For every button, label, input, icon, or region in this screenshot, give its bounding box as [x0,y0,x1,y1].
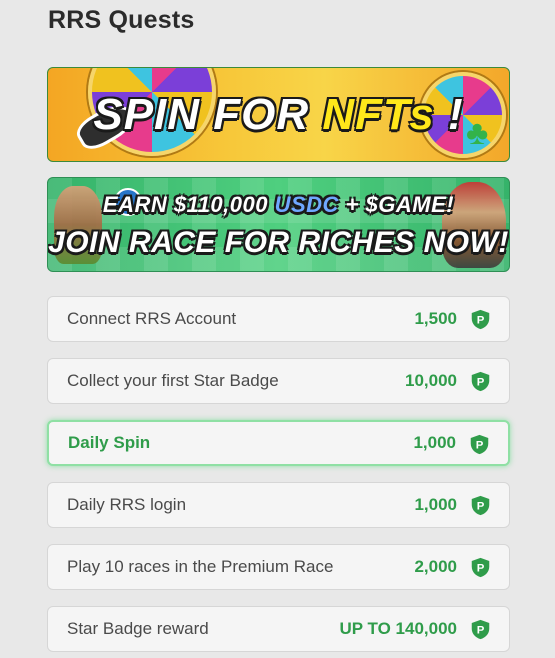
quest-row[interactable]: Daily Spin 1,000 P [47,420,510,466]
points-badge-icon: P [471,619,490,640]
quest-label: Connect RRS Account [67,309,237,328]
spin-for-nfts-banner[interactable]: ♣ SPIN FOR NFTs ! [47,67,510,162]
svg-text:P: P [477,562,485,574]
points-badge-icon: P [471,309,490,330]
quest-points: UP TO 140,000 [339,619,457,638]
quest-row[interactable]: Play 10 races in the Premium Race 2,000 P [47,544,510,590]
quest-row[interactable]: Collect your first Star Badge 10,000 P [47,358,510,404]
svg-text:P: P [477,624,485,636]
page-title: RRS Quests [48,6,195,34]
join-race-banner[interactable]: $ EARN $110,000 USDC + $GAME! JOIN RACE … [47,177,510,272]
quest-points: 2,000 [414,557,457,576]
quest-label: Daily RRS login [67,495,187,514]
points-badge-icon: P [471,557,490,578]
quest-label: Daily Spin [68,433,151,452]
quest-label: Star Badge reward [67,619,209,638]
quest-points: 1,500 [414,309,457,328]
points-badge-icon: P [471,371,490,392]
race-banner-reward-line: EARN $110,000 USDC + $GAME! [102,192,455,217]
quest-points: 1,000 [413,433,456,452]
race-banner-headline: JOIN RACE FOR RICHES NOW! [48,226,509,259]
quest-points: 1,000 [414,495,457,514]
quest-row[interactable]: Daily RRS login 1,000 P [47,482,510,528]
svg-text:P: P [476,439,484,451]
svg-text:P: P [477,500,485,512]
svg-text:P: P [477,376,485,388]
points-badge-icon: P [470,434,489,455]
spin-banner-headline: SPIN FOR NFTs ! [93,90,464,139]
svg-text:P: P [477,314,485,326]
quest-row[interactable]: Star Badge reward UP TO 140,000 P [47,606,510,652]
quest-label: Collect your first Star Badge [67,371,279,390]
points-badge-icon: P [471,495,490,516]
quest-row[interactable]: Connect RRS Account 1,500 P [47,296,510,342]
quest-points: 10,000 [405,371,457,390]
quest-label: Play 10 races in the Premium Race [67,557,334,576]
